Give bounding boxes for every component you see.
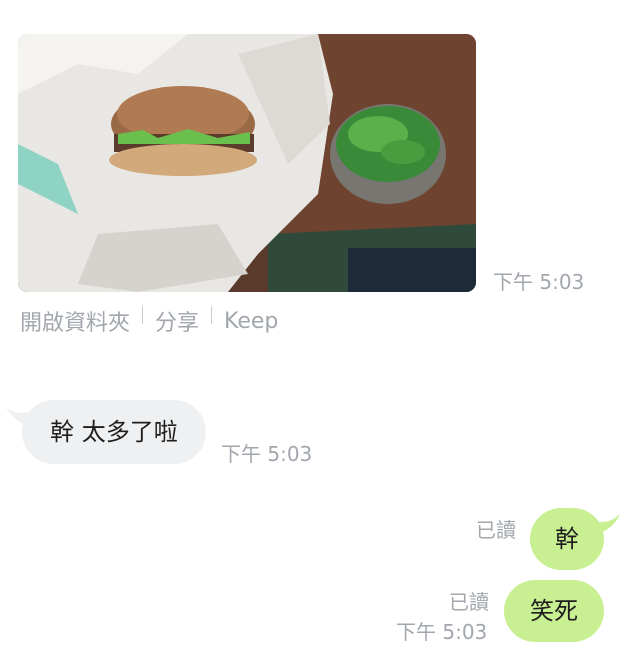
incoming-timestamp: 下午 5:03 [221,442,313,466]
outgoing-message-text: 笑死 [530,597,578,625]
burger-photo [18,34,476,292]
photo-actions: 開啟資料夾 分享 Keep [20,306,278,336]
outgoing-message-text: 幹 [555,525,579,553]
chat-view: 下午 5:03 開啟資料夾 分享 Keep 幹 太多了啦 下午 5:03 已讀 … [0,0,632,664]
outgoing-timestamp: 下午 5:03 [396,620,488,644]
share-link[interactable]: 分享 [155,305,199,337]
divider [142,306,144,324]
outgoing-message-bubble[interactable]: 笑死 [504,580,604,642]
outgoing-message-bubble[interactable]: 幹 [530,508,604,570]
open-folder-link[interactable]: 開啟資料夾 [20,305,130,337]
photo-message-image[interactable] [18,34,476,292]
divider [211,306,213,324]
incoming-message-bubble[interactable]: 幹 太多了啦 [22,400,206,464]
keep-link[interactable]: Keep [224,309,278,334]
read-receipt: 已讀 [476,518,516,542]
photo-timestamp: 下午 5:03 [493,270,585,294]
incoming-message-text: 幹 太多了啦 [50,418,178,446]
read-receipt: 已讀 [449,590,489,614]
